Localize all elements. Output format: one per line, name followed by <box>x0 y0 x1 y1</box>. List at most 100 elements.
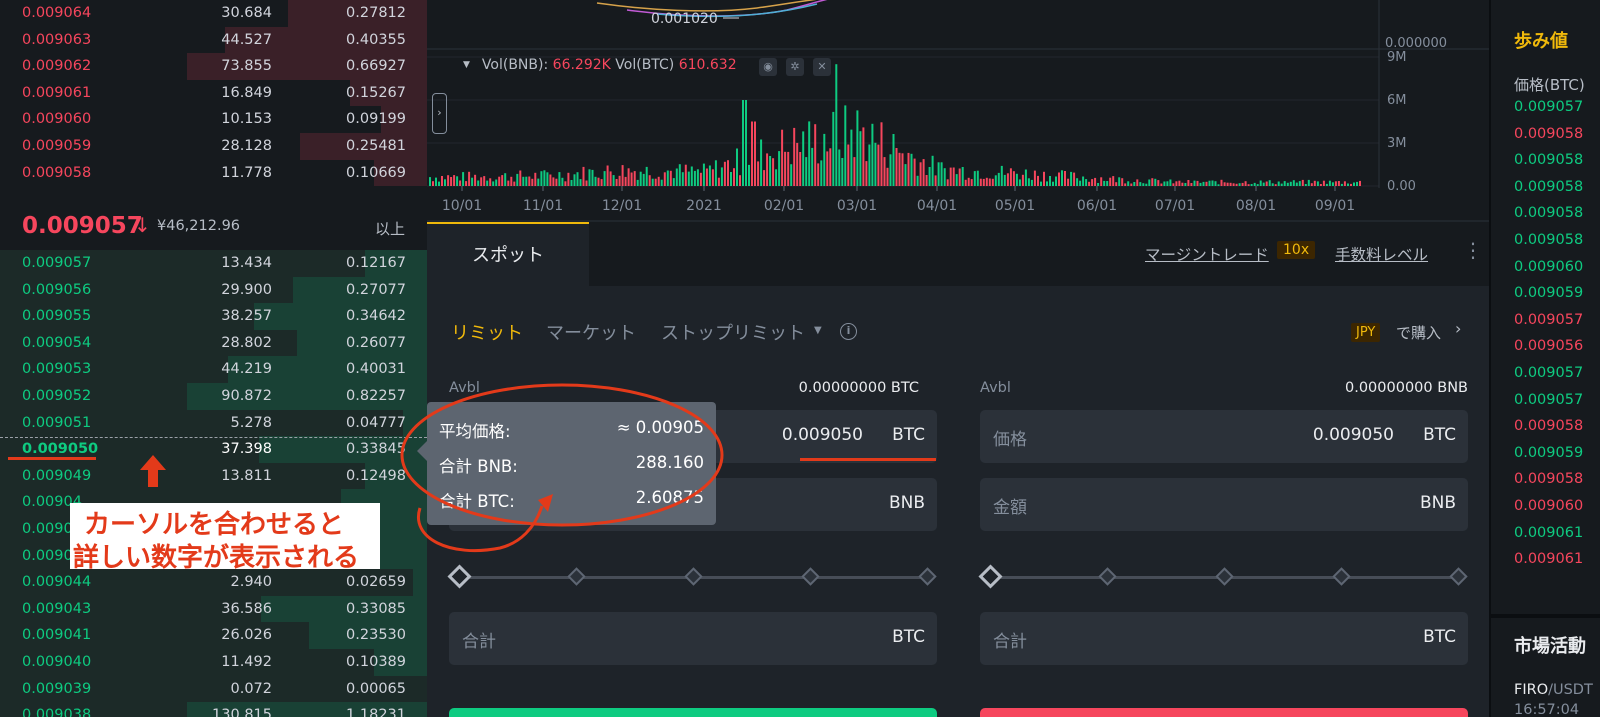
volume-bar <box>582 166 585 186</box>
margin-trade-link[interactable]: マージントレード <box>1145 243 1269 265</box>
tab-spot[interactable]: スポット <box>427 222 589 286</box>
volume-bar <box>1160 183 1163 186</box>
x-tick-label: 04/01 <box>917 198 957 214</box>
volume-bar <box>769 156 772 186</box>
slider-step[interactable] <box>1215 567 1234 586</box>
volume-bar <box>970 179 973 186</box>
slider-step[interactable] <box>1332 567 1351 586</box>
slider-handle[interactable] <box>978 564 1003 589</box>
bid-row[interactable]: 0.009039 0.072 0.00065 <box>0 676 427 703</box>
bid-row[interactable]: 0.009054 28.802 0.26077 <box>0 329 427 357</box>
volume-bar <box>1313 180 1316 186</box>
ask-row[interactable]: 0.009062 73.855 0.66927 <box>0 53 427 80</box>
activity-pair[interactable]: FIRO/USDT <box>1514 682 1593 698</box>
volume-bar <box>495 179 498 186</box>
volume-bar <box>1064 171 1066 186</box>
volume-bar <box>1024 169 1027 186</box>
volume-bar <box>1033 170 1036 186</box>
row-price: 0.009064 <box>22 5 92 21</box>
ask-row[interactable]: 0.009060 10.153 0.09199 <box>0 106 427 133</box>
tab-limit[interactable]: リミット <box>451 319 523 345</box>
info-icon[interactable]: i <box>840 323 857 340</box>
volume-bar <box>997 172 1000 186</box>
row-price: 0.009049 <box>22 467 92 484</box>
tab-stop-limit[interactable]: ストップリミット <box>661 319 805 345</box>
sell-total-unit: BTC <box>1423 627 1456 647</box>
volume-bar <box>627 168 630 186</box>
last-price-fiat: ¥46,212.96 <box>157 218 241 234</box>
bid-row[interactable]: 0.009043 36.586 0.33085 <box>0 595 427 623</box>
chevron-down-icon[interactable]: ▼ <box>814 325 822 336</box>
slider-step[interactable] <box>1449 567 1468 586</box>
volume-bar <box>651 178 654 186</box>
slider-step[interactable] <box>1098 567 1117 586</box>
sell-button[interactable] <box>980 708 1468 717</box>
expand-panel-button[interactable]: › <box>432 93 447 134</box>
activity-pair-base: FIRO <box>1514 682 1549 698</box>
volume-bar <box>576 172 579 186</box>
more-link[interactable]: 以上 <box>375 218 405 239</box>
volume-bar <box>1015 173 1018 186</box>
fee-level-link[interactable]: 手数料レベル <box>1335 243 1428 265</box>
price-chart[interactable]: 9M 6M 3M 0.00 0.000000 10/01 11/01 12/01 2021 02/… <box>427 0 1489 222</box>
bid-row[interactable]: 0.009056 29.900 0.27077 <box>0 276 427 304</box>
volume-bar <box>672 178 675 186</box>
volume-bar <box>435 177 437 186</box>
ask-row[interactable]: 0.009058 11.778 0.10669 <box>0 159 427 187</box>
bid-row[interactable]: 0.009040 11.492 0.10389 <box>0 649 427 676</box>
eye-icon[interactable]: ◉ <box>759 58 777 76</box>
sell-amount-input[interactable]: 金額 BNB <box>980 478 1468 531</box>
volume-bar <box>1331 182 1334 186</box>
volume-bar <box>1181 182 1184 186</box>
ask-row[interactable]: 0.009061 16.849 0.15267 <box>0 79 427 107</box>
bid-row[interactable]: 0.009049 13.811 0.12498 <box>0 462 427 490</box>
buy-with-jpy-link[interactable]: で購入 <box>1396 322 1441 343</box>
volume-bar <box>477 180 480 186</box>
buy-amount-unit: BNB <box>888 493 925 513</box>
chart-canvas[interactable]: 9M 6M 3M 0.00 0.000000 10/01 11/01 12/01 2021 02/… <box>427 0 1489 222</box>
bid-row[interactable]: 0.009055 38.257 0.34642 <box>0 303 427 330</box>
trade-row: 0.009057 <box>1514 99 1584 115</box>
buy-button[interactable] <box>449 708 937 717</box>
settings-icon[interactable]: ✲ <box>786 58 804 76</box>
volume-bar <box>1142 183 1145 186</box>
mid-price-row: 0.009057 ↓ ¥46,212.96 以上 <box>0 205 427 250</box>
volume-bar <box>1325 183 1328 186</box>
legend-collapse-icon[interactable]: ▼ <box>463 60 470 70</box>
row-price: 0.009060 <box>22 111 92 128</box>
bid-row[interactable]: 0.009041 26.026 0.23530 <box>0 622 427 649</box>
ask-row[interactable]: 0.009059 28.128 0.25481 <box>0 133 427 160</box>
sell-total-input[interactable]: 合計 BTC <box>980 612 1468 665</box>
vol-btc-value: 610.632 <box>678 57 737 73</box>
volume-bar <box>1316 181 1319 186</box>
ask-row[interactable]: 0.009064 30.684 0.27812 <box>0 0 427 27</box>
buy-total-input[interactable]: 合計 BTC <box>449 612 937 665</box>
volume-bar <box>868 144 871 186</box>
trade-row: 0.009060 <box>1514 498 1584 514</box>
slider-step[interactable] <box>801 567 820 586</box>
ask-row[interactable]: 0.009063 44.527 0.40355 <box>0 26 427 54</box>
sell-percent-slider[interactable] <box>978 564 1468 589</box>
trade-row: 0.009057 <box>1514 365 1584 381</box>
volume-bar <box>633 171 636 186</box>
row-price: 0.009061 <box>22 84 92 101</box>
bid-row[interactable]: 0.009053 44.219 0.40031 <box>0 356 427 383</box>
trade-price-header: 価格(BTC) <box>1514 76 1585 94</box>
chevron-right-icon[interactable]: › <box>1455 319 1461 338</box>
bid-row[interactable]: 0.009051 5.278 0.04777 <box>0 409 427 437</box>
volume-bar <box>579 179 582 186</box>
row-price: 0.009054 <box>22 334 92 351</box>
jpy-badge[interactable]: JPY <box>1351 323 1381 342</box>
bid-row[interactable]: 0.009038 130.815 1.18231 <box>0 702 427 717</box>
sell-price-input[interactable]: 価格 0.009050 BTC <box>980 410 1468 463</box>
trade-history-title[interactable]: 歩み値 <box>1514 27 1568 53</box>
slider-step[interactable] <box>918 567 937 586</box>
bid-row[interactable]: 0.009052 90.872 0.82257 <box>0 383 427 410</box>
close-icon[interactable]: ✕ <box>813 58 831 76</box>
volume-bar <box>763 170 766 186</box>
buy-total-unit: BTC <box>892 627 925 647</box>
bid-row[interactable]: 0.009057 13.434 0.12167 <box>0 250 427 277</box>
tab-market[interactable]: マーケット <box>546 319 636 345</box>
more-menu-icon[interactable]: ⋮ <box>1463 238 1483 262</box>
volume-bar <box>1067 178 1070 186</box>
